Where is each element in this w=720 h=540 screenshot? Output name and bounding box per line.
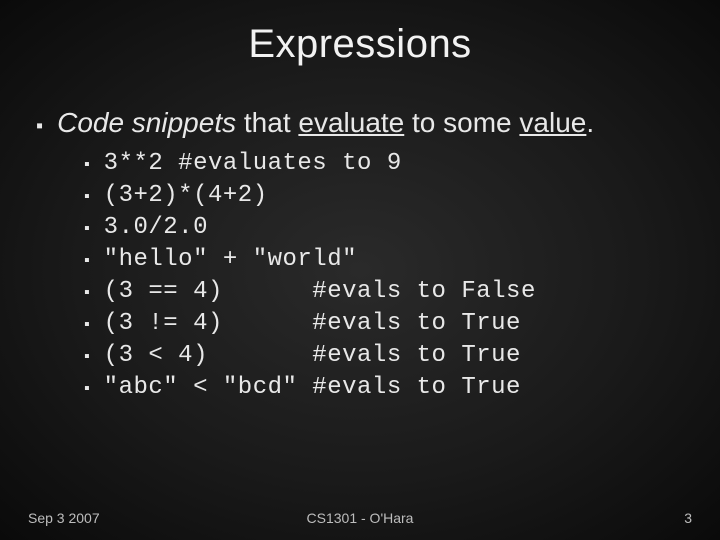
bullet-plain3: .: [586, 107, 594, 138]
bullet-text: Code snippets that evaluate to some valu…: [57, 107, 594, 139]
slide-content: ▪ Code snippets that evaluate to some va…: [0, 67, 720, 402]
bullet-icon: ▪: [84, 312, 90, 338]
bullet-icon: ▪: [84, 216, 90, 242]
code-list: ▪ 3**2 #evaluates to 9 ▪ (3+2)*(4+2) ▪ 3…: [84, 150, 684, 402]
code-line: (3 < 4) #evals to True: [104, 342, 521, 369]
footer-course: CS1301 - O'Hara: [307, 510, 414, 526]
list-item: ▪ (3 != 4) #evals to True: [84, 310, 684, 338]
footer-page-number: 3: [684, 510, 692, 526]
code-line: 3.0/2.0: [104, 214, 208, 241]
code-line: "abc" < "bcd" #evals to True: [104, 374, 521, 401]
bullet-italic: Code snippets: [57, 107, 236, 138]
bullet-icon: ▪: [84, 344, 90, 370]
main-bullet: ▪ Code snippets that evaluate to some va…: [36, 107, 684, 140]
code-line: (3 != 4) #evals to True: [104, 310, 521, 337]
bullet-underline2: value: [519, 107, 586, 138]
slide-title: Expressions: [0, 0, 720, 67]
bullet-underline1: evaluate: [298, 107, 404, 138]
footer-date: Sep 3 2007: [28, 510, 100, 526]
code-line: (3 == 4) #evals to False: [104, 278, 536, 305]
code-line: "hello" + "world": [104, 246, 357, 273]
bullet-plain2: to some: [404, 107, 519, 138]
bullet-icon: ▪: [84, 376, 90, 402]
bullet-icon: ▪: [84, 248, 90, 274]
list-item: ▪ "hello" + "world": [84, 246, 684, 274]
bullet-icon: ▪: [84, 184, 90, 210]
footer: Sep 3 2007 CS1301 - O'Hara 3: [0, 510, 720, 526]
bullet-icon: ▪: [84, 152, 90, 178]
list-item: ▪ (3 == 4) #evals to False: [84, 278, 684, 306]
bullet-icon: ▪: [84, 280, 90, 306]
list-item: ▪ "abc" < "bcd" #evals to True: [84, 374, 684, 402]
list-item: ▪ (3 < 4) #evals to True: [84, 342, 684, 370]
list-item: ▪ 3.0/2.0: [84, 214, 684, 242]
list-item: ▪ 3**2 #evaluates to 9: [84, 150, 684, 178]
list-item: ▪ (3+2)*(4+2): [84, 182, 684, 210]
bullet-icon: ▪: [36, 112, 43, 140]
code-line: (3+2)*(4+2): [104, 182, 268, 209]
code-line: 3**2 #evaluates to 9: [104, 150, 402, 177]
bullet-plain1: that: [236, 107, 298, 138]
